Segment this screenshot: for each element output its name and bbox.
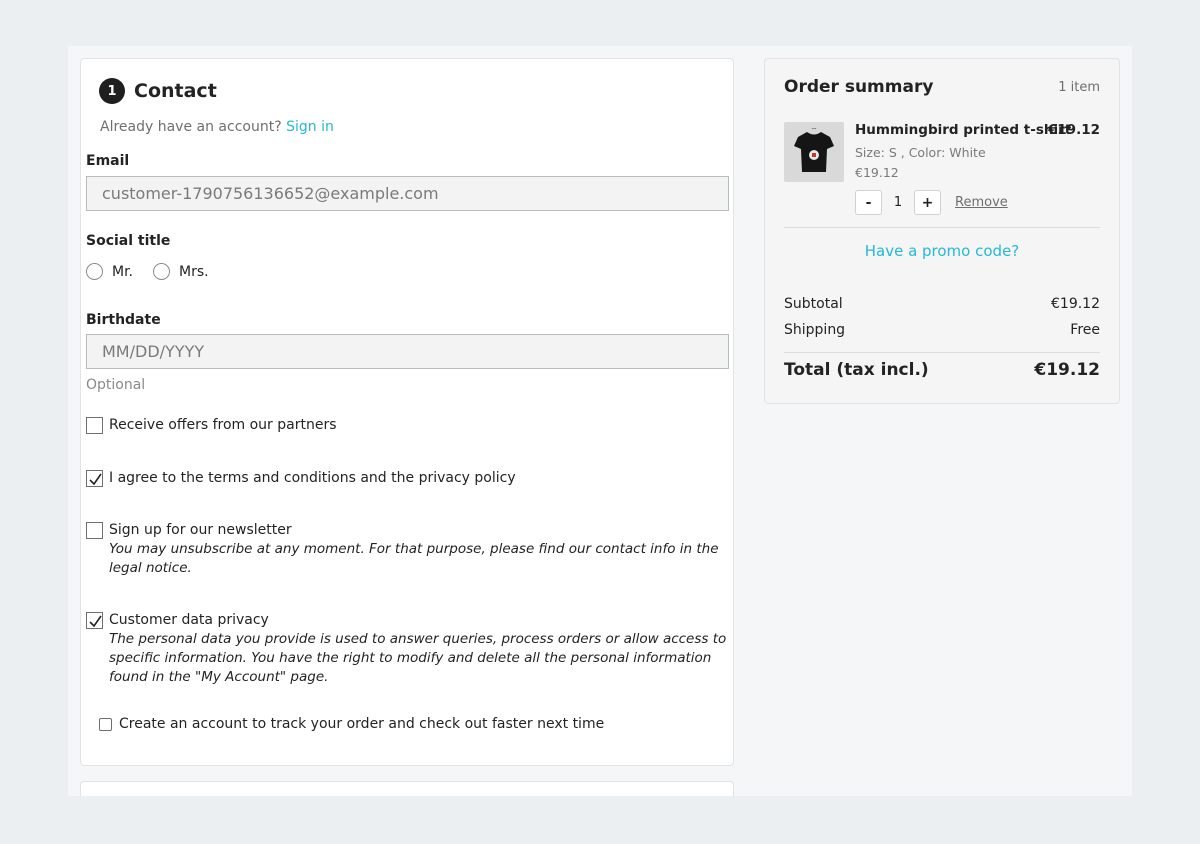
partner-offers-row: Receive offers from our partners xyxy=(86,416,734,435)
data-privacy-description: The personal data you provide is used to… xyxy=(109,631,727,685)
quantity-stepper: - 1 + Remove xyxy=(855,190,1008,215)
product-name[interactable]: Hummingbird printed t-shirt xyxy=(855,122,1071,138)
next-section-card xyxy=(80,781,734,796)
signin-prompt-text: Already have an account? xyxy=(100,119,282,135)
email-field[interactable]: customer-1790756136652@example.com xyxy=(86,176,729,211)
terms-label: I agree to the terms and conditions and … xyxy=(109,470,516,486)
checkmark-icon xyxy=(89,473,102,486)
checkout-page: 1 Contact Already have an account? Sign … xyxy=(68,46,1132,796)
summary-divider xyxy=(784,227,1100,228)
total-value: €19.12 xyxy=(1034,360,1100,380)
newsletter-description: You may unsubscribe at any moment. For t… xyxy=(109,541,719,576)
step-number-badge: 1 xyxy=(99,78,125,104)
partner-offers-label: Receive offers from our partners xyxy=(109,417,337,433)
create-account-checkbox[interactable] xyxy=(99,717,112,731)
email-label: Email xyxy=(86,153,130,169)
create-account-row: Create an account to track your order an… xyxy=(99,716,604,732)
create-account-label: Create an account to track your order an… xyxy=(119,716,605,732)
tshirt-icon xyxy=(794,128,834,172)
product-price: €19.12 xyxy=(1047,122,1100,138)
checkmark-icon xyxy=(89,615,102,628)
newsletter-row: Sign up for our newsletter You may unsub… xyxy=(86,521,734,578)
newsletter-label: Sign up for our newsletter xyxy=(109,522,292,538)
remove-item-link[interactable]: Remove xyxy=(955,195,1008,210)
social-title-group: Mr. Mrs. xyxy=(86,263,229,280)
birthdate-label: Birthdate xyxy=(86,312,161,328)
order-summary: Order summary 1 item Hummingbird printed… xyxy=(764,58,1120,404)
birthdate-field[interactable]: MM/DD/YYYY xyxy=(86,334,729,369)
promo-code-link[interactable]: Have a promo code? xyxy=(765,242,1119,260)
social-title-label: Social title xyxy=(86,233,171,249)
total-label: Total (tax incl.) xyxy=(784,360,929,380)
terms-checkbox[interactable] xyxy=(86,470,103,487)
quantity-value[interactable]: 1 xyxy=(882,195,914,210)
shipping-value: Free xyxy=(1070,322,1100,338)
product-unit-price: €19.12 xyxy=(855,165,899,180)
contact-section: 1 Contact Already have an account? Sign … xyxy=(80,58,734,766)
subtotal-label: Subtotal xyxy=(784,296,843,312)
terms-row: I agree to the terms and conditions and … xyxy=(86,469,734,488)
data-privacy-checkbox[interactable] xyxy=(86,612,103,629)
step-header: 1 Contact xyxy=(99,78,217,104)
data-privacy-label: Customer data privacy xyxy=(109,612,269,628)
shipping-label: Shipping xyxy=(784,322,846,338)
subtotal-value: €19.12 xyxy=(1051,296,1100,312)
increase-quantity-button[interactable]: + xyxy=(914,190,941,215)
order-summary-title: Order summary xyxy=(784,77,934,97)
decrease-quantity-button[interactable]: - xyxy=(855,190,882,215)
radio-mr[interactable] xyxy=(86,263,103,280)
total-divider xyxy=(784,352,1100,353)
product-attributes: Size: S , Color: White xyxy=(855,145,986,160)
radio-mrs-label: Mrs. xyxy=(179,263,209,280)
partner-offers-checkbox[interactable] xyxy=(86,417,103,434)
sign-in-link[interactable]: Sign in xyxy=(286,119,334,135)
signin-prompt: Already have an account? Sign in xyxy=(100,119,334,135)
newsletter-checkbox[interactable] xyxy=(86,522,103,539)
product-thumbnail[interactable] xyxy=(784,122,844,182)
birthdate-optional-hint: Optional xyxy=(86,377,146,393)
item-count: 1 item xyxy=(1058,80,1100,95)
radio-mr-label: Mr. xyxy=(112,263,133,280)
radio-mrs[interactable] xyxy=(153,263,170,280)
contact-title: Contact xyxy=(134,80,217,102)
data-privacy-row: Customer data privacy The personal data … xyxy=(86,611,734,687)
